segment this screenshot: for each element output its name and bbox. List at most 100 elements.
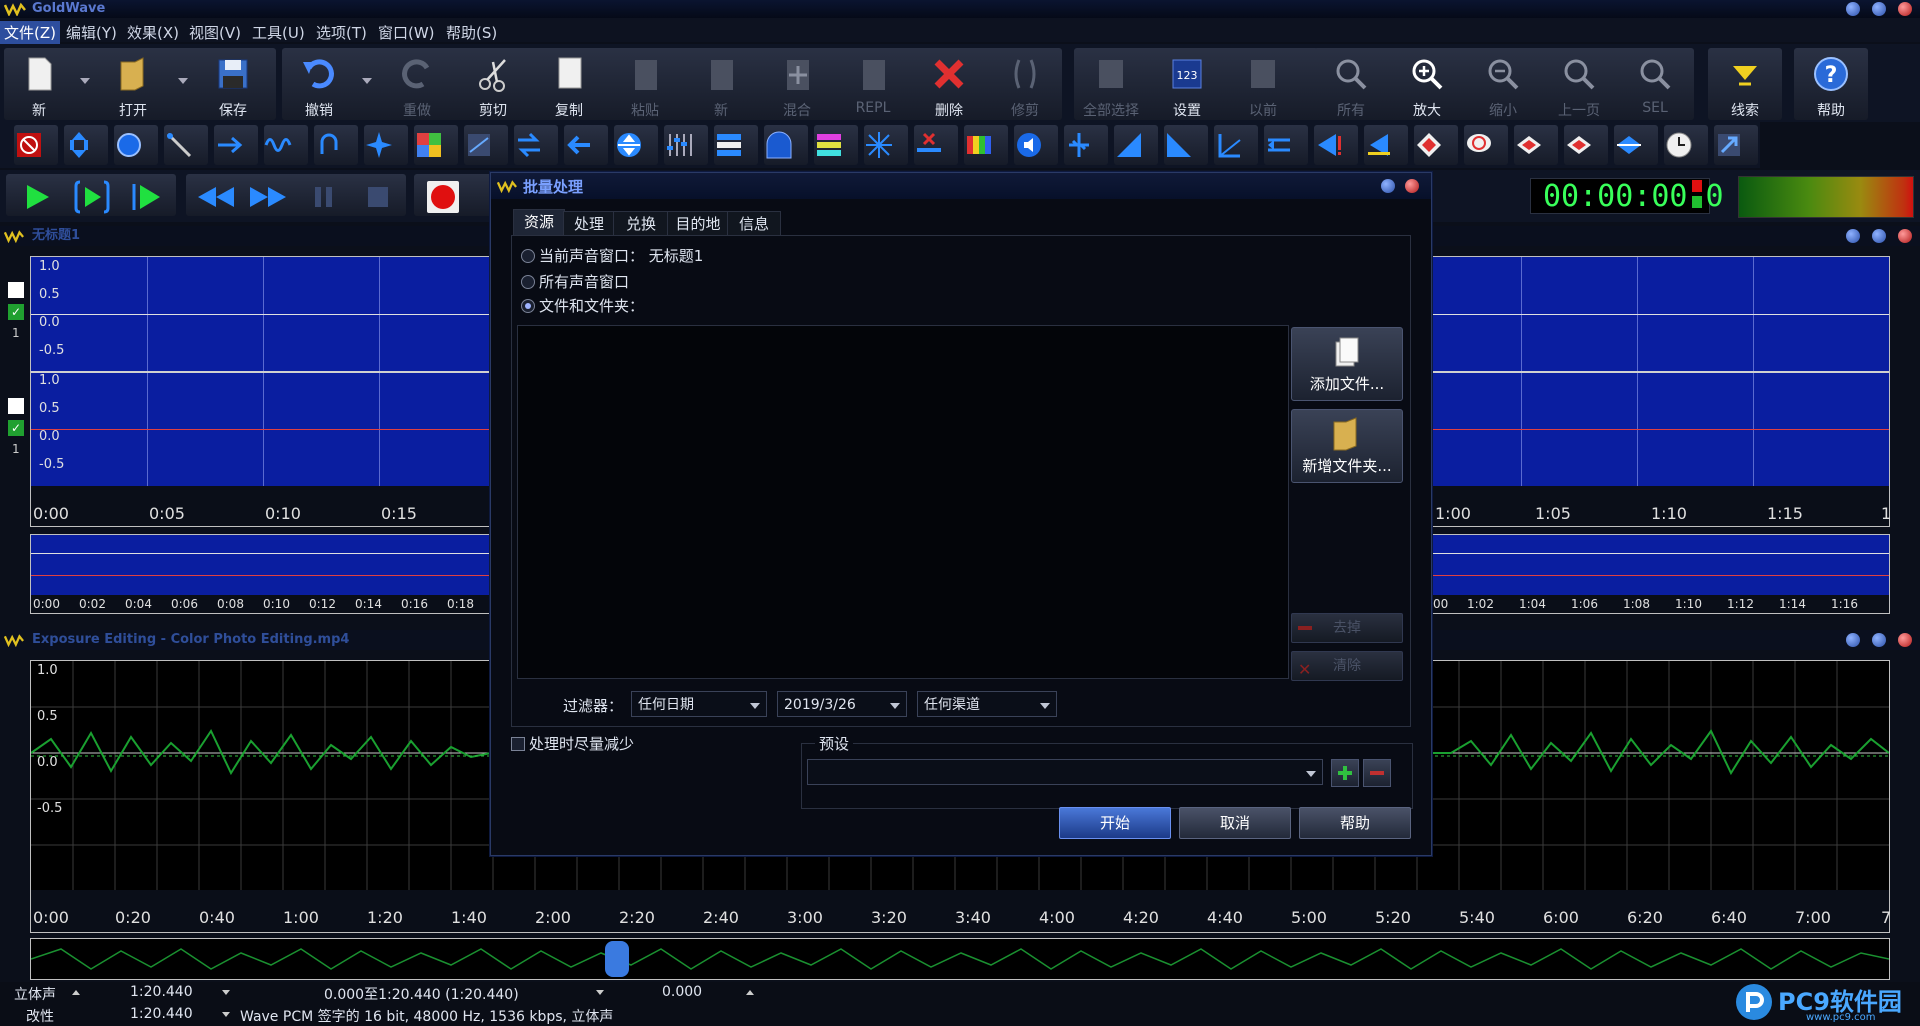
cue-button[interactable]: 线索: [1710, 48, 1780, 120]
undo-button[interactable]: 撤销: [284, 48, 354, 120]
fx-ramp-button[interactable]: [1214, 125, 1258, 165]
menu-file[interactable]: 文件(Z): [0, 21, 60, 44]
fx-red-diamond-button[interactable]: [1514, 125, 1558, 165]
fx-marker-button[interactable]: [1364, 125, 1408, 165]
fx-graph-button[interactable]: [464, 125, 508, 165]
stop-icon[interactable]: [366, 184, 390, 210]
trim-button[interactable]: 修剪: [990, 48, 1060, 120]
fx-diamond-button[interactable]: [1414, 125, 1458, 165]
select-all-button[interactable]: 全部选择: [1076, 48, 1146, 120]
record-icon[interactable]: [426, 180, 460, 214]
maximize-button[interactable]: [1872, 2, 1886, 16]
fx-clock-button[interactable]: [1664, 125, 1708, 165]
fx-alert-button[interactable]: [1314, 125, 1358, 165]
zoom-out-button[interactable]: 缩小: [1468, 48, 1538, 120]
undo-dropdown-icon[interactable]: [362, 78, 372, 84]
channel-right-check-icon[interactable]: ✓: [8, 420, 24, 436]
filter-date-dropdown[interactable]: 任何日期: [631, 691, 767, 717]
menu-options[interactable]: 选项(T): [312, 21, 371, 44]
position-up-icon[interactable]: [746, 990, 754, 995]
range-dropdown-icon[interactable]: [596, 990, 604, 995]
sound1-minimize-button[interactable]: [1846, 229, 1860, 243]
clear-button[interactable]: ✕ 清除: [1291, 651, 1403, 681]
fx-bubble-button[interactable]: [1464, 125, 1508, 165]
remove-button[interactable]: 去掉: [1291, 613, 1403, 643]
fx-stop-button[interactable]: [14, 125, 58, 165]
remove-preset-button[interactable]: [1363, 759, 1391, 787]
fx-spectrum-button[interactable]: [764, 125, 808, 165]
zoom-all-button[interactable]: 所有: [1316, 48, 1386, 120]
fx-maximize-button[interactable]: [64, 125, 108, 165]
menu-help[interactable]: 帮助(S): [442, 21, 501, 44]
mix-button[interactable]: 混合: [762, 48, 832, 120]
copy-button[interactable]: 复制: [534, 48, 604, 120]
channel-up-icon[interactable]: [72, 990, 80, 995]
channel-left-check-icon[interactable]: ✓: [8, 304, 24, 320]
help-toolbar-button[interactable]: ? 帮助: [1796, 48, 1866, 120]
sound2-close-button[interactable]: [1898, 633, 1912, 647]
sound1-maximize-button[interactable]: [1872, 229, 1886, 243]
fx-rainbow-button[interactable]: [964, 125, 1008, 165]
fx-color-bars-button[interactable]: [814, 125, 858, 165]
format-dropdown-icon[interactable]: [222, 1012, 230, 1017]
channel-left-toggle[interactable]: [8, 282, 24, 298]
replace-button[interactable]: REPL: [838, 48, 908, 120]
fx-volume-button[interactable]: [1014, 125, 1058, 165]
fx-puzzle-button[interactable]: [414, 125, 458, 165]
paste-button[interactable]: 粘贴: [610, 48, 680, 120]
minimize-button[interactable]: [1846, 2, 1860, 16]
tab-destination[interactable]: 目的地: [667, 211, 729, 236]
file-list[interactable]: [517, 325, 1289, 679]
fx-cross-button[interactable]: [914, 125, 958, 165]
zoom-in-button[interactable]: 放大: [1392, 48, 1462, 120]
radio-current-window[interactable]: [521, 249, 535, 263]
fast-forward-icon[interactable]: [248, 184, 288, 210]
fx-prism-button[interactable]: [1614, 125, 1658, 165]
fx-channel-button[interactable]: [1264, 125, 1308, 165]
preset-dropdown[interactable]: [807, 759, 1323, 785]
filter-date-value[interactable]: 2019/3/26: [777, 691, 907, 717]
overview-scroll-handle[interactable]: [605, 941, 629, 977]
sound2-overview[interactable]: [30, 938, 1890, 980]
fx-blue-diamond-button[interactable]: [1564, 125, 1608, 165]
help-button[interactable]: 帮助: [1299, 807, 1411, 839]
prev-page-button[interactable]: 上一页: [1544, 48, 1614, 120]
sel-button[interactable]: SEL: [1620, 48, 1690, 120]
fx-fade-out-button[interactable]: [1164, 125, 1208, 165]
close-button[interactable]: [1898, 2, 1912, 16]
menu-view[interactable]: 视图(V): [185, 21, 245, 44]
new-button[interactable]: 新: [4, 48, 74, 120]
start-button[interactable]: 开始: [1059, 807, 1171, 839]
fx-export-button[interactable]: [1714, 125, 1758, 165]
dialog-minimize-button[interactable]: [1381, 179, 1395, 193]
fx-offset-button[interactable]: [614, 125, 658, 165]
fx-echo-button[interactable]: [114, 125, 158, 165]
tab-info[interactable]: 信息: [727, 211, 781, 236]
dialog-close-button[interactable]: [1405, 179, 1419, 193]
delete-button[interactable]: 删除: [914, 48, 984, 120]
fx-loop-button[interactable]: [314, 125, 358, 165]
radio-all-windows[interactable]: [521, 275, 535, 289]
previous-button[interactable]: 以前: [1228, 48, 1298, 120]
sound2-maximize-button[interactable]: [1872, 633, 1886, 647]
menu-window[interactable]: 窗口(W): [374, 21, 439, 44]
fx-filter-button[interactable]: [714, 125, 758, 165]
menu-tools[interactable]: 工具(U): [248, 21, 309, 44]
filter-channel-dropdown[interactable]: 任何渠道: [917, 691, 1057, 717]
minimize-checkbox[interactable]: [511, 737, 525, 751]
fx-pan-button[interactable]: [214, 125, 258, 165]
fx-reverse-button[interactable]: [564, 125, 608, 165]
fx-swap-button[interactable]: [514, 125, 558, 165]
new-dropdown-icon[interactable]: [80, 78, 90, 84]
fx-eq-button[interactable]: [664, 125, 708, 165]
save-button[interactable]: 保存: [198, 48, 268, 120]
fx-level-button[interactable]: [1064, 125, 1108, 165]
fx-fade-button[interactable]: [164, 125, 208, 165]
fx-wave-button[interactable]: [264, 125, 308, 165]
pause-icon[interactable]: [312, 184, 336, 210]
tab-convert[interactable]: 兑换: [613, 211, 669, 236]
fx-burst-button[interactable]: [864, 125, 908, 165]
paste-new-button[interactable]: 新: [686, 48, 756, 120]
add-files-button[interactable]: 添加文件...: [1291, 327, 1403, 401]
menu-effects[interactable]: 效果(X): [123, 21, 183, 44]
